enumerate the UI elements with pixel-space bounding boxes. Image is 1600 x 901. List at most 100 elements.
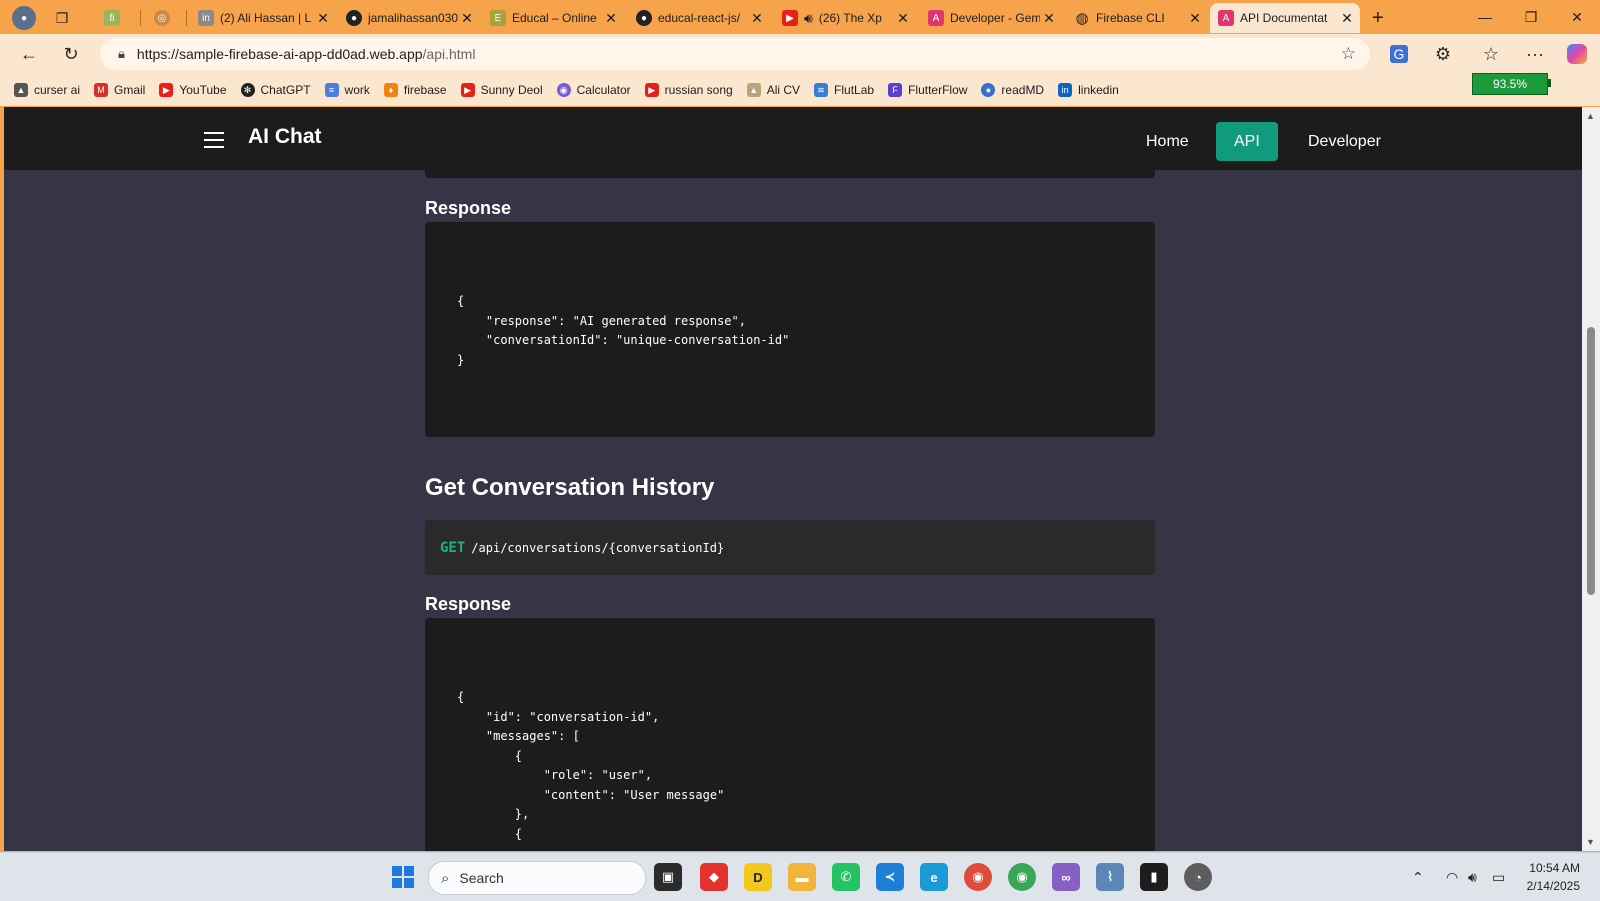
- chat-app-icon[interactable]: D: [744, 863, 772, 891]
- tab-title: (2) Ali Hassan | L: [220, 11, 312, 25]
- close-icon[interactable]: ✕: [748, 10, 766, 27]
- tab-title: Firebase CLI: [1096, 11, 1165, 25]
- scroll-up-arrow-icon[interactable]: ▲: [1586, 111, 1595, 121]
- app-brand[interactable]: AI Chat: [248, 125, 322, 149]
- page-scrollbar[interactable]: ▲ ▼: [1582, 107, 1600, 851]
- tab-api-documentation[interactable]: A API Documentat ✕: [1210, 3, 1360, 33]
- bookmark-label: ChatGPT: [260, 83, 311, 97]
- file-explorer-icon[interactable]: ▬: [788, 863, 816, 891]
- nav-home[interactable]: Home: [1128, 122, 1207, 161]
- favorites-button[interactable]: ☆: [1476, 40, 1506, 68]
- minimize-button[interactable]: —: [1462, 0, 1508, 34]
- bookmark-gmail[interactable]: M Gmail: [94, 83, 145, 97]
- url-path: /api.html: [422, 46, 476, 62]
- close-icon[interactable]: ✕: [1040, 10, 1058, 27]
- bookmark-sunny-deol[interactable]: ▶ Sunny Deol: [460, 83, 543, 97]
- workspaces-button[interactable]: ❐: [46, 3, 78, 33]
- tab-linkedin[interactable]: in (2) Ali Hassan | L ✕: [190, 3, 336, 33]
- anydesk-icon[interactable]: ◆: [700, 863, 728, 891]
- bookmark-flutlab[interactable]: ≋ FlutLab: [814, 83, 874, 97]
- bookmark-russian-song[interactable]: ▶ russian song: [644, 83, 733, 97]
- address-bar[interactable]: 🔒︎ https://sample-firebase-ai-app-dd0ad.…: [100, 38, 1370, 70]
- app-navbar: AI Chat Home API Developer: [4, 107, 1582, 170]
- tab-educal[interactable]: E Educal – Online ✕: [482, 3, 624, 33]
- http-method: GET: [440, 539, 466, 556]
- speaker-icon[interactable]: 🔊︎: [804, 10, 813, 27]
- wifi-icon[interactable]: ◠: [1446, 853, 1458, 901]
- start-button[interactable]: [389, 863, 417, 891]
- previous-code-block: [425, 170, 1155, 178]
- bookmark-label: Gmail: [114, 83, 146, 97]
- tab-gemini[interactable]: A Developer - Gem ✕: [920, 3, 1062, 33]
- copilot-button[interactable]: [1562, 40, 1592, 68]
- close-icon[interactable]: ✕: [602, 10, 620, 27]
- nav-developer[interactable]: Developer: [1290, 122, 1399, 161]
- performance-monitor-icon[interactable]: ⌇: [1096, 863, 1124, 891]
- chrome-dev-icon[interactable]: ◉: [1008, 863, 1036, 891]
- edge-icon[interactable]: e: [920, 863, 948, 891]
- bookmark-calculator[interactable]: ◉ Calculator: [556, 83, 631, 97]
- cv-icon: ▲: [746, 83, 761, 97]
- close-window-button[interactable]: ✕: [1554, 0, 1600, 34]
- nav-api[interactable]: API: [1216, 122, 1278, 161]
- restore-button[interactable]: ❐: [1508, 0, 1554, 34]
- bookmark-work[interactable]: ≡ work: [324, 83, 370, 97]
- tab-pinned-1[interactable]: fi: [96, 3, 132, 33]
- bookmark-ali-cv[interactable]: ▲ Ali CV: [746, 83, 800, 97]
- close-icon[interactable]: ✕: [1186, 10, 1204, 27]
- globe-icon: ◍: [1075, 10, 1089, 27]
- close-icon[interactable]: ✕: [894, 10, 912, 27]
- calculator-icon: ◉: [556, 83, 571, 97]
- system-clock[interactable]: 10:54 AM 2/14/2025: [1520, 859, 1580, 895]
- tray-overflow-icon[interactable]: ⌃: [1412, 853, 1424, 901]
- response-heading: Response: [425, 198, 512, 218]
- bookmark-curser-ai[interactable]: ▲ curser ai: [14, 83, 80, 97]
- tab-title: API Documentat: [1240, 11, 1328, 25]
- taskbar-search[interactable]: ⌕ Search: [428, 861, 646, 895]
- bookmark-label: FlutterFlow: [908, 83, 968, 97]
- workspaces-icon: ❐: [55, 9, 69, 26]
- bookmark-firebase[interactable]: ♦ firebase: [383, 83, 447, 97]
- scroll-thumb[interactable]: [1587, 327, 1595, 595]
- tab-pinned-2[interactable]: ◎: [146, 3, 182, 33]
- bookmark-readmd[interactable]: ● readMD: [981, 83, 1044, 97]
- task-view-icon[interactable]: ▣: [654, 863, 682, 891]
- bookmark-flutterflow[interactable]: F FlutterFlow: [888, 83, 967, 97]
- menu-button[interactable]: ···: [1520, 40, 1550, 68]
- tab-firebase-cli[interactable]: ◍ Firebase CLI ✕: [1066, 3, 1208, 33]
- volume-icon[interactable]: 🔊︎: [1468, 853, 1477, 901]
- battery-nub: [1547, 79, 1551, 87]
- close-icon[interactable]: ✕: [314, 10, 332, 27]
- close-icon[interactable]: ✕: [458, 10, 476, 27]
- profile-avatar[interactable]: ●: [4, 3, 40, 33]
- youtube-icon: ▶: [159, 83, 174, 97]
- clock-app-icon[interactable]: ◔: [1184, 863, 1212, 891]
- bookmark-label: Calculator: [576, 83, 631, 97]
- tab-github-2[interactable]: ● educal-react-js/ ✕: [628, 3, 770, 33]
- battery-tray-icon[interactable]: ▭: [1492, 853, 1505, 901]
- scroll-down-arrow-icon[interactable]: ▼: [1586, 837, 1595, 847]
- translate-button[interactable]: G: [1384, 40, 1414, 68]
- browser-toolbar: ← ↻ 🔒︎ https://sample-firebase-ai-app-dd…: [0, 34, 1600, 74]
- close-icon[interactable]: ✕: [1338, 10, 1356, 27]
- favorite-star-icon[interactable]: ☆: [1341, 44, 1356, 64]
- reload-icon: ↻: [63, 43, 79, 64]
- bookmark-youtube[interactable]: ▶ YouTube: [159, 83, 227, 97]
- back-button[interactable]: ←: [14, 40, 44, 68]
- whatsapp-icon[interactable]: ✆: [832, 863, 860, 891]
- response-json: { "id": "conversation-id", "messages": […: [457, 690, 725, 841]
- tab-github-1[interactable]: ● jamalihassan030 ✕: [338, 3, 480, 33]
- bookmark-label: Sunny Deol: [480, 83, 543, 97]
- chrome-icon[interactable]: ◉: [964, 863, 992, 891]
- bookmark-linkedin[interactable]: in linkedin: [1058, 83, 1119, 97]
- reload-button[interactable]: ↻: [56, 40, 86, 68]
- extensions-button[interactable]: ⚙︎: [1428, 40, 1458, 68]
- api-docs-content: Response { "response": "AI generated res…: [4, 170, 1582, 851]
- new-tab-button[interactable]: +: [1366, 3, 1396, 33]
- terminal-icon[interactable]: ▮: [1140, 863, 1168, 891]
- tab-youtube[interactable]: ▶ 🔊︎ (26) The Xp ✕: [774, 3, 916, 33]
- vscode-icon[interactable]: ≺: [876, 863, 904, 891]
- hamburger-menu-icon[interactable]: [204, 132, 224, 153]
- visual-studio-icon[interactable]: ∞: [1052, 863, 1080, 891]
- bookmark-chatgpt[interactable]: ✻ ChatGPT: [240, 83, 311, 97]
